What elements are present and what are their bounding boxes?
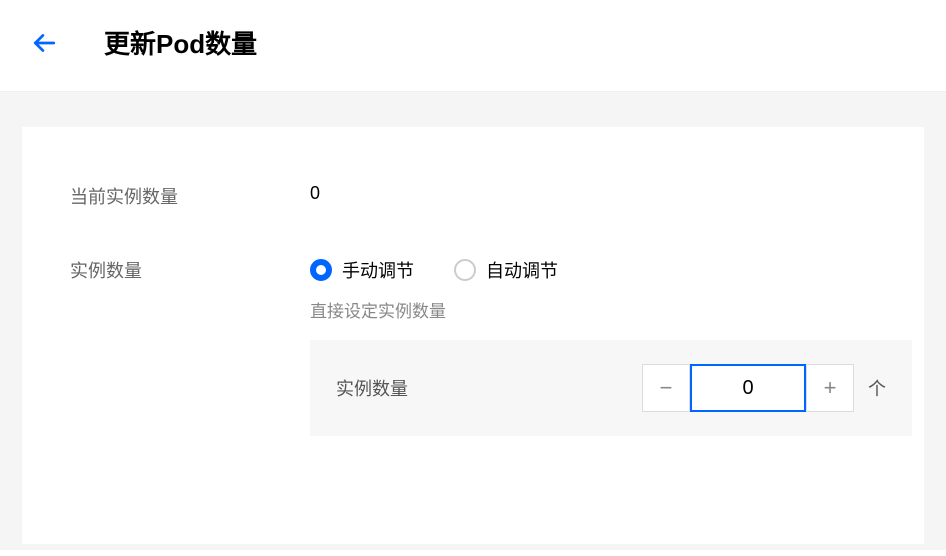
radio-unselected-icon — [454, 259, 476, 281]
instance-count-input[interactable] — [690, 364, 806, 412]
increment-button[interactable]: + — [806, 364, 854, 412]
radio-manual-label: 手动调节 — [342, 257, 414, 283]
unit-label: 个 — [868, 375, 886, 401]
label-instance-count: 实例数量 — [70, 257, 310, 283]
page-title: 更新Pod数量 — [104, 24, 257, 61]
quantity-stepper: − + — [642, 364, 854, 412]
back-button[interactable] — [28, 27, 60, 59]
arrow-left-icon — [31, 30, 57, 56]
radio-auto[interactable]: 自动调节 — [454, 257, 558, 283]
row-current-count: 当前实例数量 0 — [70, 183, 876, 209]
content-wrapper: 当前实例数量 0 实例数量 手动调节 自动调节 直接设定实例数量 — [0, 92, 946, 550]
adjust-mode-radio-group: 手动调节 自动调节 — [310, 257, 912, 283]
radio-auto-label: 自动调节 — [486, 257, 558, 283]
label-current-count: 当前实例数量 — [70, 183, 310, 209]
radio-manual[interactable]: 手动调节 — [310, 257, 414, 283]
instance-input-box: 实例数量 − + 个 — [310, 340, 912, 436]
radio-selected-icon — [310, 259, 332, 281]
hint-text: 直接设定实例数量 — [310, 297, 912, 322]
row-instance-count: 实例数量 手动调节 自动调节 直接设定实例数量 实例数量 − — [70, 257, 876, 436]
value-current-count: 0 — [310, 183, 320, 204]
instance-count-controls: 手动调节 自动调节 直接设定实例数量 实例数量 − + 个 — [310, 257, 912, 436]
form-card: 当前实例数量 0 实例数量 手动调节 自动调节 直接设定实例数量 — [22, 127, 924, 544]
input-box-label: 实例数量 — [336, 375, 642, 401]
page-header: 更新Pod数量 — [0, 0, 946, 92]
decrement-button[interactable]: − — [642, 364, 690, 412]
